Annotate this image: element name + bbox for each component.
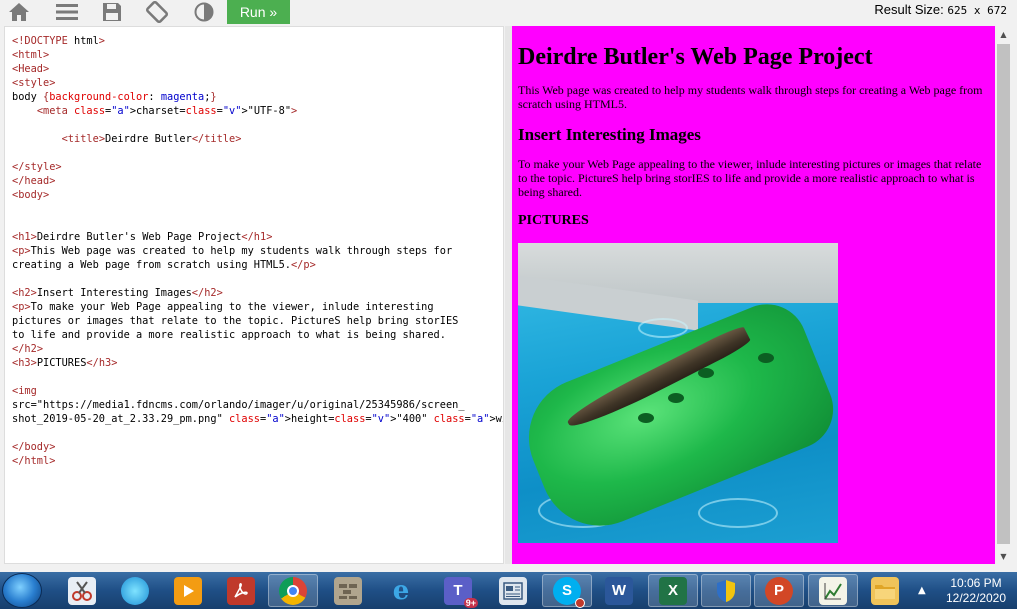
- taskbar: e T 9+ S W X P ▲ 10:06 PM 12/22/2020: [0, 572, 1017, 609]
- home-icon[interactable]: [6, 0, 32, 24]
- scissors-icon: [68, 576, 96, 605]
- code-line[interactable]: <Head>: [12, 62, 503, 76]
- rotate-icon[interactable]: [144, 0, 170, 24]
- result-heading-h1: Deirdre Butler's Web Page Project: [518, 44, 873, 70]
- code-line[interactable]: <p>This Web page was created to help my …: [12, 244, 503, 258]
- taskbar-media-player[interactable]: [163, 574, 213, 607]
- taskbar-acrobat[interactable]: [216, 574, 266, 607]
- result-scrollbar[interactable]: ▲ ▼: [995, 26, 1012, 564]
- result-paragraph-2: To make your Web Page appealing to the v…: [518, 157, 982, 199]
- taskbar-chart-app[interactable]: [808, 574, 858, 607]
- word-icon: W: [605, 576, 633, 605]
- powerpoint-icon: P: [765, 576, 793, 605]
- alligator-pool-image: [518, 243, 838, 543]
- code-line[interactable]: </head>: [12, 174, 503, 188]
- taskbar-word[interactable]: W: [594, 574, 644, 607]
- code-text[interactable]: <!DOCTYPE html> <html> <Head> <style> body {…: [5, 27, 503, 468]
- code-line[interactable]: <html>: [12, 48, 503, 62]
- code-line[interactable]: <body>: [12, 188, 503, 202]
- result-heading-h2: Insert Interesting Images: [518, 125, 701, 144]
- blue-circle-app-icon: [121, 576, 149, 605]
- clock-time: 10:06 PM: [950, 576, 1002, 590]
- taskbar-app-blue[interactable]: [110, 574, 160, 607]
- taskbar-explorer[interactable]: [860, 574, 910, 607]
- newspaper-icon: [499, 576, 527, 605]
- taskbar-excel[interactable]: X: [648, 574, 698, 607]
- result-heading-h3: PICTURES: [518, 213, 589, 228]
- code-line[interactable]: [12, 146, 503, 160]
- code-line[interactable]: [12, 202, 503, 216]
- scroll-thumb[interactable]: [997, 44, 1010, 544]
- code-line[interactable]: <title>Deirdre Butler</title>: [12, 132, 503, 146]
- clock-date: 12/22/2020: [945, 591, 1007, 605]
- media-player-icon: [174, 576, 202, 605]
- taskbar-file-manager[interactable]: [323, 574, 373, 607]
- taskbar-snipping-tool[interactable]: [57, 574, 107, 607]
- code-line[interactable]: </h2>: [12, 342, 503, 356]
- code-line[interactable]: </body>: [12, 440, 503, 454]
- code-line[interactable]: <h1>Deirdre Butler's Web Page Project</h…: [12, 230, 503, 244]
- code-editor[interactable]: <!DOCTYPE html> <html> <Head> <style> body {…: [4, 26, 504, 564]
- pane-divider[interactable]: [505, 26, 512, 564]
- windows-start-icon[interactable]: [2, 573, 42, 608]
- excel-icon: X: [659, 576, 687, 605]
- code-line[interactable]: </style>: [12, 160, 503, 174]
- code-line[interactable]: to life and provide a more realistic app…: [12, 328, 503, 342]
- code-line[interactable]: <p>To make your Web Page appealing to th…: [12, 300, 503, 314]
- code-line[interactable]: </html>: [12, 454, 503, 468]
- code-line[interactable]: body {background-color: magenta;}: [12, 90, 503, 104]
- run-button[interactable]: Run »: [227, 0, 290, 24]
- skype-icon: S: [553, 576, 585, 608]
- code-line[interactable]: <!DOCTYPE html>: [12, 34, 503, 48]
- code-line[interactable]: <style>: [12, 76, 503, 90]
- code-line[interactable]: pictures or images that relate to the to…: [12, 314, 503, 328]
- code-line[interactable]: <h3>PICTURES</h3>: [12, 356, 503, 370]
- code-line[interactable]: [12, 118, 503, 132]
- folder-icon: [871, 576, 899, 605]
- result-size: Result Size: 625 x 672: [874, 2, 1007, 17]
- save-icon[interactable]: [100, 0, 124, 24]
- internet-explorer-icon: e: [392, 575, 410, 606]
- result-pane: Deirdre Butler's Web Page Project This W…: [512, 26, 995, 564]
- contrast-icon[interactable]: [192, 0, 216, 24]
- shield-icon: [712, 577, 740, 605]
- taskbar-clock[interactable]: 10:06 PM 12/22/2020: [941, 576, 1011, 606]
- code-line[interactable]: [12, 426, 503, 440]
- code-line[interactable]: <img: [12, 384, 503, 398]
- code-line[interactable]: [12, 216, 503, 230]
- toolbar: Run » Result Size: 625 x 672: [0, 0, 1017, 24]
- taskbar-reader[interactable]: [488, 574, 538, 607]
- bricks-icon: [334, 576, 362, 605]
- menu-icon[interactable]: [54, 0, 80, 24]
- result-size-value: 625 x 672: [947, 4, 1007, 17]
- code-line[interactable]: src="https://media1.fdncms.com/orlando/i…: [12, 398, 503, 412]
- tray-expand-icon[interactable]: ▲: [918, 585, 926, 596]
- teams-badge: 9+: [463, 597, 478, 608]
- taskbar-skype[interactable]: S: [542, 574, 592, 608]
- scroll-down-icon[interactable]: ▼: [995, 548, 1012, 564]
- taskbar-powerpoint[interactable]: P: [754, 574, 804, 607]
- taskbar-security[interactable]: [701, 574, 751, 607]
- code-line[interactable]: <meta class="a">charset=class="v">"UTF-8…: [12, 104, 503, 118]
- code-line[interactable]: [12, 272, 503, 286]
- result-size-label: Result Size:: [874, 2, 944, 17]
- code-line[interactable]: creating a Web page from scratch using H…: [12, 258, 503, 272]
- code-line[interactable]: <h2>Insert Interesting Images</h2>: [12, 286, 503, 300]
- code-line[interactable]: shot_2019-05-20_at_2.33.29_pm.png" class…: [12, 412, 503, 426]
- scroll-up-icon[interactable]: ▲: [995, 26, 1012, 42]
- taskbar-internet-explorer[interactable]: e: [376, 574, 426, 607]
- taskbar-chrome[interactable]: [268, 574, 318, 607]
- teams-icon: T 9+: [444, 576, 478, 608]
- code-line[interactable]: [12, 370, 503, 384]
- result-paragraph-1: This Web page was created to help my stu…: [518, 83, 983, 111]
- chart-app-icon: [819, 576, 847, 605]
- taskbar-teams[interactable]: T 9+: [433, 574, 483, 608]
- acrobat-icon: [227, 576, 255, 605]
- chrome-icon: [279, 576, 307, 605]
